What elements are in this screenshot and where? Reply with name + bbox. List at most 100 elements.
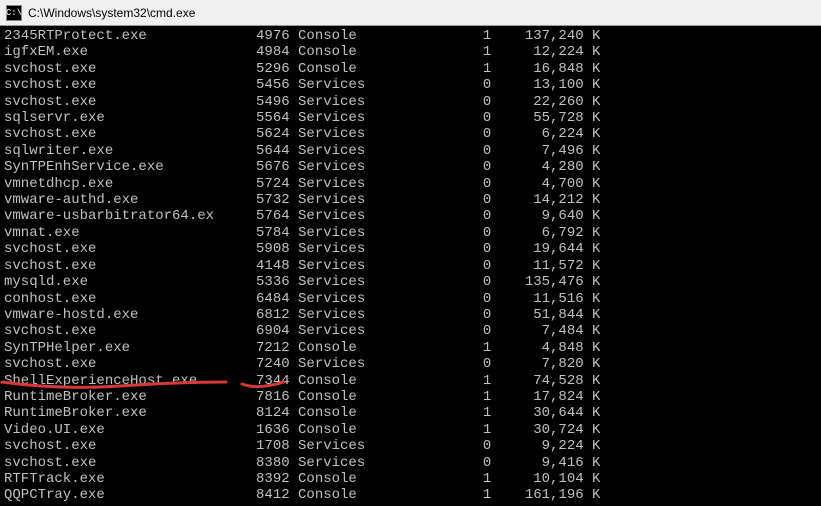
process-image-name: svchost.exe: [4, 126, 222, 142]
process-pid: 5724: [222, 176, 289, 192]
process-session-name: Console: [298, 471, 449, 487]
process-pid: 5644: [222, 143, 289, 159]
process-image-name: svchost.exe: [4, 241, 222, 257]
process-mem-unit: K: [584, 487, 601, 503]
process-mem: 10,104: [491, 471, 583, 487]
process-pid: 7816: [222, 389, 289, 405]
title-bar[interactable]: C:\ C:\Windows\system32\cmd.exe: [0, 0, 821, 26]
process-row: SynTPHelper.exe7212 Console14,848 K: [4, 340, 817, 356]
process-session-num: 1: [449, 405, 491, 421]
process-session-num: 1: [449, 373, 491, 389]
process-pid: 5336: [222, 274, 289, 290]
process-pid: 1708: [222, 438, 289, 454]
process-mem-unit: K: [584, 274, 601, 290]
process-session-num: 0: [449, 274, 491, 290]
process-session-num: 0: [449, 455, 491, 471]
process-mem-unit: K: [584, 126, 601, 142]
process-session-num: 0: [449, 241, 491, 257]
process-session-name: Services: [298, 143, 449, 159]
process-image-name: svchost.exe: [4, 258, 222, 274]
process-image-name: Video.UI.exe: [4, 422, 222, 438]
process-pid: 4976: [222, 28, 289, 44]
process-session-name: Console: [298, 28, 449, 44]
process-session-name: Console: [298, 373, 449, 389]
process-row: RuntimeBroker.exe8124 Console130,644 K: [4, 405, 817, 421]
process-pid: 7344: [222, 373, 289, 389]
process-row: vmware-authd.exe5732 Services014,212 K: [4, 192, 817, 208]
process-image-name: sqlwriter.exe: [4, 143, 222, 159]
process-mem: 161,196: [491, 487, 583, 503]
process-session-name: Services: [298, 208, 449, 224]
process-row: svchost.exe5496 Services022,260 K: [4, 94, 817, 110]
process-row: mysqld.exe5336 Services0135,476 K: [4, 274, 817, 290]
process-session-name: Console: [298, 405, 449, 421]
process-mem-unit: K: [584, 94, 601, 110]
process-pid: 4984: [222, 44, 289, 60]
process-image-name: svchost.exe: [4, 356, 222, 372]
process-image-name: svchost.exe: [4, 438, 222, 454]
process-row: conhost.exe6484 Services011,516 K: [4, 291, 817, 307]
process-row: sqlwriter.exe5644 Services07,496 K: [4, 143, 817, 159]
process-mem-unit: K: [584, 340, 601, 356]
process-mem: 16,848: [491, 61, 583, 77]
process-session-name: Console: [298, 61, 449, 77]
process-mem: 4,280: [491, 159, 583, 175]
process-mem: 9,640: [491, 208, 583, 224]
process-session-name: Services: [298, 356, 449, 372]
process-image-name: ShellExperienceHost.exe: [4, 373, 222, 389]
process-row: svchost.exe8380 Services09,416 K: [4, 455, 817, 471]
process-session-num: 0: [449, 291, 491, 307]
process-mem: 9,224: [491, 438, 583, 454]
process-session-name: Services: [298, 241, 449, 257]
process-mem-unit: K: [584, 176, 601, 192]
process-mem: 7,820: [491, 356, 583, 372]
process-row: svchost.exe5456 Services013,100 K: [4, 77, 817, 93]
process-mem-unit: K: [584, 422, 601, 438]
process-mem-unit: K: [584, 373, 601, 389]
process-image-name: svchost.exe: [4, 77, 222, 93]
process-session-name: Console: [298, 340, 449, 356]
process-mem: 55,728: [491, 110, 583, 126]
process-session-num: 0: [449, 94, 491, 110]
process-session-num: 0: [449, 192, 491, 208]
process-row: svchost.exe6904 Services07,484 K: [4, 323, 817, 339]
process-row: svchost.exe7240 Services07,820 K: [4, 356, 817, 372]
process-session-num: 0: [449, 438, 491, 454]
process-session-num: 0: [449, 208, 491, 224]
process-session-num: 0: [449, 356, 491, 372]
process-session-num: 0: [449, 143, 491, 159]
process-mem-unit: K: [584, 44, 601, 60]
process-row: igfxEM.exe4984 Console112,224 K: [4, 44, 817, 60]
process-mem-unit: K: [584, 356, 601, 372]
process-image-name: SynTPHelper.exe: [4, 340, 222, 356]
process-session-name: Services: [298, 192, 449, 208]
process-mem-unit: K: [584, 405, 601, 421]
window-title: C:\Windows\system32\cmd.exe: [28, 6, 195, 20]
process-mem: 30,724: [491, 422, 583, 438]
process-pid: 1636: [222, 422, 289, 438]
process-session-name: Services: [298, 110, 449, 126]
process-session-num: 0: [449, 258, 491, 274]
process-pid: 5784: [222, 225, 289, 241]
process-mem-unit: K: [584, 192, 601, 208]
process-image-name: igfxEM.exe: [4, 44, 222, 60]
process-mem-unit: K: [584, 307, 601, 323]
process-image-name: vmware-usbarbitrator64.ex: [4, 208, 222, 224]
process-mem-unit: K: [584, 208, 601, 224]
process-session-name: Services: [298, 225, 449, 241]
process-session-name: Services: [298, 258, 449, 274]
process-session-num: 1: [449, 340, 491, 356]
process-pid: 5764: [222, 208, 289, 224]
process-pid: 5676: [222, 159, 289, 175]
process-session-name: Services: [298, 291, 449, 307]
process-pid: 5564: [222, 110, 289, 126]
process-row: 2345RTProtect.exe4976 Console1137,240 K: [4, 28, 817, 44]
process-mem-unit: K: [584, 225, 601, 241]
process-image-name: RTFTrack.exe: [4, 471, 222, 487]
process-mem-unit: K: [584, 77, 601, 93]
process-row: svchost.exe5908 Services019,644 K: [4, 241, 817, 257]
process-session-num: 0: [449, 307, 491, 323]
process-pid: 4148: [222, 258, 289, 274]
process-pid: 5624: [222, 126, 289, 142]
process-session-name: Services: [298, 94, 449, 110]
